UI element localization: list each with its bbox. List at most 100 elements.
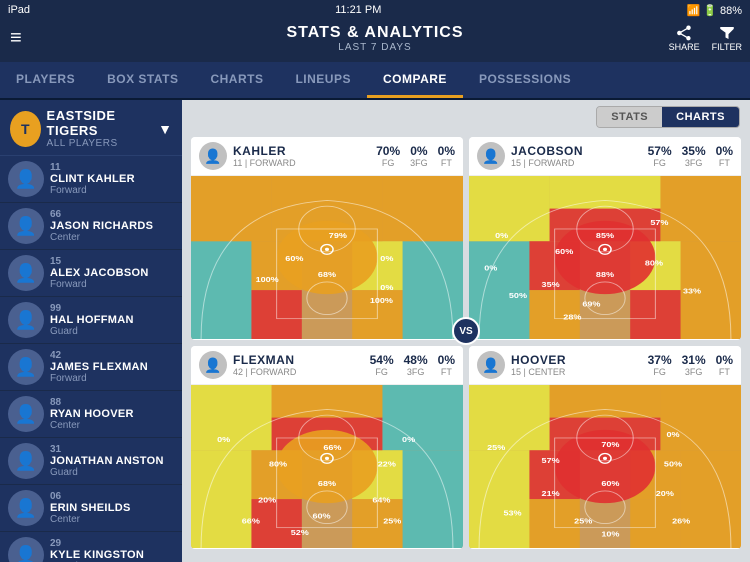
chart-stats: 57% FG 35% 3FG 0% FT [648, 144, 733, 168]
stat-label: 3FG [682, 367, 706, 377]
svg-text:68%: 68% [318, 271, 337, 279]
charts-toggle-btn[interactable]: CHARTS [662, 107, 739, 127]
list-item[interactable]: 👤 06 ERIN SHEILDS Center [0, 485, 182, 532]
chart-header: 👤 JACOBSON 15 | FORWARD 57% FG 35% 3FG 0… [469, 137, 741, 176]
chart-card-flexman: 👤 FLEXMAN 42 | FORWARD 54% FG 48% 3FG 0%… [191, 346, 463, 549]
tab-boxstats[interactable]: BOX STATS [91, 62, 194, 98]
svg-text:80%: 80% [645, 259, 664, 267]
svg-text:0%: 0% [380, 284, 394, 292]
stat-label: FT [716, 158, 733, 168]
list-item[interactable]: 👤 31 JONATHAN ANSTON Guard [0, 438, 182, 485]
stats-toggle-btn[interactable]: STATS [597, 107, 662, 127]
chart-stats: 37% FG 31% 3FG 0% FT [648, 353, 733, 377]
stat-label: 3FG [410, 158, 428, 168]
share-button[interactable]: SHARE [669, 24, 700, 52]
content-area: STATS CHARTS 👤 KAHLER 11 | FORWARD 70% F… [182, 100, 750, 562]
svg-text:33%: 33% [683, 287, 702, 295]
svg-text:35%: 35% [542, 281, 561, 289]
svg-text:88%: 88% [596, 271, 615, 279]
chart-card-jacobson: 👤 JACOBSON 15 | FORWARD 57% FG 35% 3FG 0… [469, 137, 741, 340]
player-avatar: 👤 [8, 490, 44, 526]
list-item[interactable]: 👤 88 RYAN HOOVER Center [0, 391, 182, 438]
chart-visual: 60% 79% 0% 0% 100% 68% 100% [191, 176, 463, 339]
svg-text:79%: 79% [329, 232, 348, 240]
chart-stats: 54% FG 48% 3FG 0% FT [370, 353, 455, 377]
stat-value: 70% [376, 144, 400, 158]
chart-player-detail: 15 | CENTER [511, 367, 648, 377]
chart-visual: 0% 0% 80% 66% 22% 20% 68% 64% 66% 60% 25… [191, 385, 463, 548]
team-logo: T [10, 111, 41, 147]
player-number: 42 [50, 350, 148, 361]
stat-label: 3FG [404, 367, 428, 377]
stat-value: 54% [370, 353, 394, 367]
svg-text:52%: 52% [291, 529, 310, 537]
tab-compare[interactable]: COMPARE [367, 62, 463, 98]
app-title: STATS & ANALYTICS [0, 24, 750, 42]
svg-text:25%: 25% [574, 517, 593, 525]
tab-lineups[interactable]: LINEUPS [279, 62, 367, 98]
chart-header: 👤 HOOVER 15 | CENTER 37% FG 31% 3FG 0% F… [469, 346, 741, 385]
svg-text:66%: 66% [323, 444, 342, 452]
sidebar: T EASTSIDE TIGERS ALL PLAYERS ▼ 👤 11 CLI… [0, 100, 182, 562]
player-name: JASON RICHARDS [50, 220, 153, 232]
chart-player-detail: 15 | FORWARD [511, 158, 648, 168]
player-position: Guard [50, 326, 134, 337]
chart-player-name: KAHLER [233, 144, 376, 158]
player-number: 11 [50, 162, 135, 173]
svg-text:80%: 80% [269, 460, 288, 468]
list-item[interactable]: 👤 66 JASON RICHARDS Center [0, 203, 182, 250]
status-right: 📶 🔋 88% [686, 4, 742, 17]
player-avatar: 👤 [8, 255, 44, 291]
sidebar-header[interactable]: T EASTSIDE TIGERS ALL PLAYERS ▼ [0, 100, 182, 156]
status-time: 11:21 PM [335, 4, 381, 16]
svg-text:60%: 60% [601, 480, 620, 488]
list-item[interactable]: 👤 11 CLINT KAHLER Forward [0, 156, 182, 203]
charts-grid: 👤 KAHLER 11 | FORWARD 70% FG 0% 3FG 0% F… [182, 134, 750, 558]
stat-label: FG [376, 158, 400, 168]
player-name: JONATHAN ANSTON [50, 455, 164, 467]
chart-header: 👤 KAHLER 11 | FORWARD 70% FG 0% 3FG 0% F… [191, 137, 463, 176]
team-sub: ALL PLAYERS [47, 138, 153, 149]
stat-label: FG [648, 367, 672, 377]
filter-button[interactable]: FILTER [712, 24, 742, 52]
battery-level: 88% [720, 5, 742, 17]
stat-value: 0% [716, 144, 733, 158]
player-avatar: 👤 [8, 537, 44, 562]
tab-players[interactable]: PLAYERS [0, 62, 91, 98]
app-header: ≡ STATS & ANALYTICS LAST 7 DAYS SHARE FI… [0, 20, 750, 62]
svg-text:25%: 25% [487, 444, 506, 452]
player-position: Forward [50, 373, 148, 384]
player-position: Center [50, 232, 153, 243]
chart-player-avatar: 👤 [199, 142, 227, 170]
list-item[interactable]: 👤 15 ALEX JACOBSON Forward [0, 250, 182, 297]
player-name: KYLE KINGSTON [50, 549, 144, 561]
svg-text:0%: 0% [217, 436, 231, 444]
svg-text:85%: 85% [596, 232, 615, 240]
menu-icon[interactable]: ≡ [10, 28, 22, 48]
players-list: 👤 11 CLINT KAHLER Forward 👤 66 JASON RIC… [0, 156, 182, 562]
svg-text:0%: 0% [402, 436, 416, 444]
svg-text:57%: 57% [542, 457, 561, 465]
stat-value: 57% [648, 144, 672, 158]
player-number: 29 [50, 538, 144, 549]
list-item[interactable]: 👤 99 HAL HOFFMAN Guard [0, 297, 182, 344]
stat-value: 31% [682, 353, 706, 367]
svg-text:25%: 25% [383, 517, 402, 525]
list-item[interactable]: 👤 29 KYLE KINGSTON Guard [0, 532, 182, 562]
filter-label: FILTER [712, 42, 742, 52]
tab-possessions[interactable]: POSSESSIONS [463, 62, 587, 98]
chart-player-detail: 42 | FORWARD [233, 367, 370, 377]
dropdown-arrow-icon[interactable]: ▼ [158, 121, 172, 137]
svg-text:0%: 0% [495, 232, 509, 240]
svg-text:69%: 69% [582, 300, 601, 308]
team-name: EASTSIDE TIGERS [47, 108, 153, 138]
svg-text:100%: 100% [370, 297, 394, 305]
player-position: Center [50, 420, 134, 431]
player-avatar: 👤 [8, 302, 44, 338]
vs-badge: VS [452, 317, 480, 345]
player-name: CLINT KAHLER [50, 173, 135, 185]
list-item[interactable]: 👤 42 JAMES FLEXMAN Forward [0, 344, 182, 391]
tab-charts[interactable]: CHARTS [194, 62, 279, 98]
app-subtitle: LAST 7 DAYS [0, 42, 750, 53]
svg-text:66%: 66% [242, 517, 261, 525]
